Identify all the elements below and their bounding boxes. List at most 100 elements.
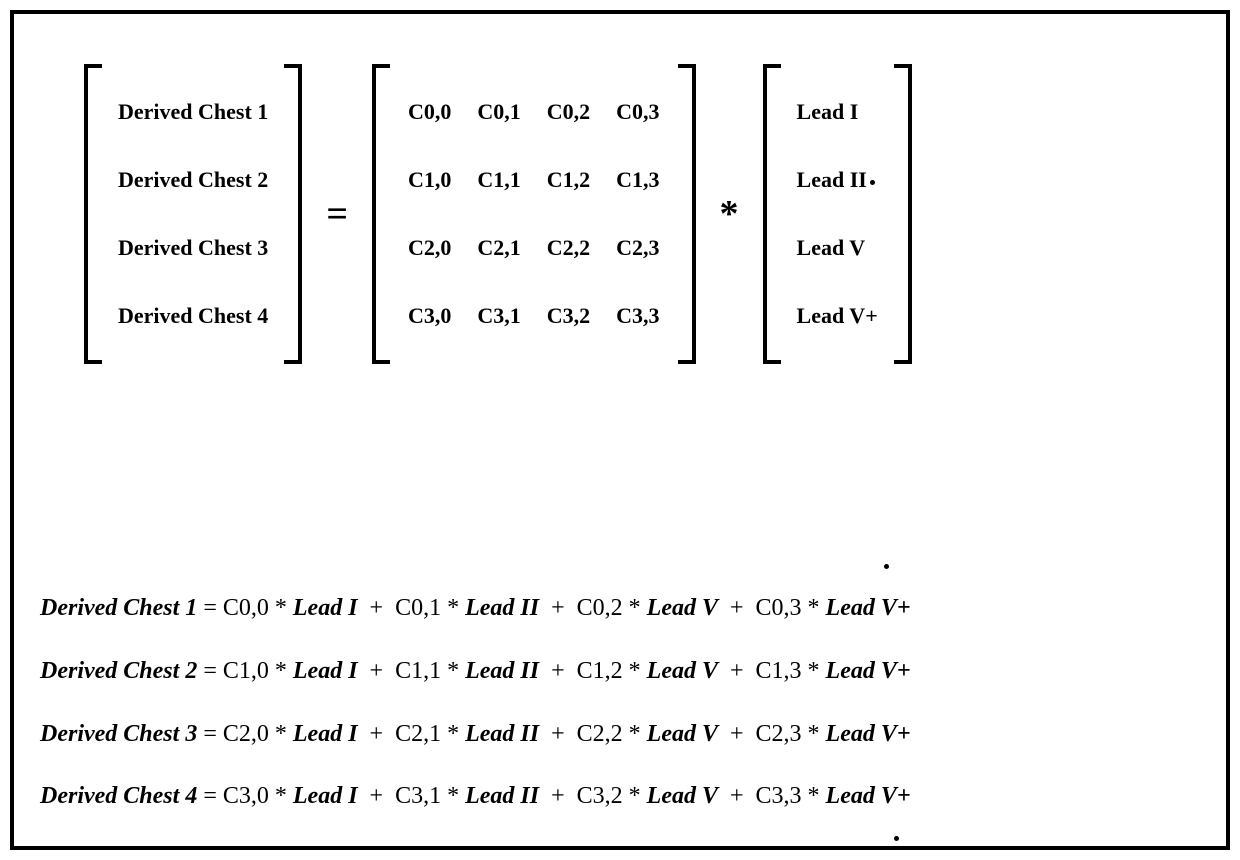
- coeff-cell: C2,3: [616, 235, 659, 261]
- times-symbol: *: [808, 595, 826, 621]
- eq-coeff: C2,0: [223, 721, 269, 747]
- coeff-cell: C2,0: [408, 235, 451, 261]
- eq-lead: Lead II: [465, 595, 539, 621]
- times-symbol: *: [275, 783, 293, 809]
- bracket-right-icon: [894, 64, 912, 364]
- result-entry: Derived Chest 3: [118, 237, 268, 259]
- eq-lhs: Derived Chest 2: [40, 658, 197, 684]
- dot-icon: [894, 836, 899, 841]
- times-symbol: *: [275, 595, 293, 621]
- eq-lead: Lead V: [647, 783, 718, 809]
- equation-row: Derived Chest 4 = C3,0 * Lead I + C3,1 *…: [40, 782, 1200, 811]
- plus-symbol: +: [545, 595, 577, 621]
- eq-lead: Lead V+: [826, 595, 911, 621]
- eq-lead: Lead V+: [826, 783, 911, 809]
- result-entry: Derived Chest 1: [118, 101, 268, 123]
- eq-coeff: C1,1: [395, 658, 441, 684]
- eq-coeff: C2,2: [577, 721, 623, 747]
- eq-lhs: Derived Chest 3: [40, 721, 197, 747]
- times-symbol: *: [808, 721, 826, 747]
- plus-symbol: +: [545, 783, 577, 809]
- times-symbol: *: [808, 658, 826, 684]
- coeff-cell: C0,3: [616, 99, 659, 125]
- equals-symbol: =: [203, 721, 223, 747]
- equation-row: Derived Chest 2 = C1,0 * Lead I + C1,1 *…: [40, 657, 1200, 686]
- times-symbol: *: [808, 783, 826, 809]
- eq-lead: Lead II: [465, 783, 539, 809]
- eq-coeff: C3,3: [756, 783, 802, 809]
- lead-entry: Lead II: [797, 169, 878, 191]
- coeff-cell: C1,0: [408, 167, 451, 193]
- times-symbol: *: [447, 783, 465, 809]
- lead-entry: Lead I: [797, 101, 878, 123]
- coeff-cell: C2,2: [547, 235, 590, 261]
- eq-lead: Lead V: [647, 595, 718, 621]
- bracket-left-icon: [763, 64, 781, 364]
- eq-coeff: C0,1: [395, 595, 441, 621]
- coeff-cell: C0,2: [547, 99, 590, 125]
- eq-coeff: C3,1: [395, 783, 441, 809]
- coeff-cell: C3,0: [408, 303, 451, 329]
- coeff-cell: C3,3: [616, 303, 659, 329]
- eq-coeff: C1,2: [577, 658, 623, 684]
- plus-symbol: +: [545, 658, 577, 684]
- figure-frame: Derived Chest 1 Derived Chest 2 Derived …: [10, 10, 1230, 850]
- eq-coeff: C3,2: [577, 783, 623, 809]
- equation-row: Derived Chest 3 = C2,0 * Lead I + C2,1 *…: [40, 720, 1200, 749]
- plus-symbol: +: [724, 658, 756, 684]
- coeff-cell: C3,1: [477, 303, 520, 329]
- lead-entry: Lead V+: [797, 305, 878, 327]
- eq-coeff: C2,3: [756, 721, 802, 747]
- plus-symbol: +: [545, 721, 577, 747]
- plus-symbol: +: [724, 783, 756, 809]
- plus-symbol: +: [724, 595, 756, 621]
- eq-lead: Lead V: [647, 721, 718, 747]
- times-symbol: *: [275, 658, 293, 684]
- eq-lead: Lead I: [293, 595, 358, 621]
- plus-symbol: +: [364, 783, 396, 809]
- plus-symbol: +: [364, 721, 396, 747]
- times-symbol: *: [629, 721, 647, 747]
- eq-coeff: C1,0: [223, 658, 269, 684]
- result-vector-entries: Derived Chest 1 Derived Chest 2 Derived …: [102, 64, 284, 364]
- lead-vector: Lead I Lead II Lead V Lead V+: [763, 64, 912, 364]
- dot-icon: [884, 564, 889, 569]
- plus-symbol: +: [364, 595, 396, 621]
- dot-icon: [870, 180, 875, 185]
- matrix-equation: Derived Chest 1 Derived Chest 2 Derived …: [84, 54, 1186, 374]
- eq-lead: Lead V: [647, 658, 718, 684]
- coeff-cell: C0,0: [408, 99, 451, 125]
- lead-vector-entries: Lead I Lead II Lead V Lead V+: [781, 64, 894, 364]
- bracket-left-icon: [372, 64, 390, 364]
- plus-symbol: +: [364, 658, 396, 684]
- times-symbol: *: [629, 595, 647, 621]
- eq-lead: Lead I: [293, 721, 358, 747]
- eq-lead: Lead V+: [826, 721, 911, 747]
- eq-lead: Lead I: [293, 658, 358, 684]
- times-symbol: *: [696, 195, 763, 233]
- bracket-right-icon: [678, 64, 696, 364]
- eq-coeff: C2,1: [395, 721, 441, 747]
- eq-lead: Lead I: [293, 783, 358, 809]
- result-entry: Derived Chest 4: [118, 305, 268, 327]
- times-symbol: *: [275, 721, 293, 747]
- times-symbol: *: [447, 658, 465, 684]
- coeff-cell: C0,1: [477, 99, 520, 125]
- eq-coeff: C0,3: [756, 595, 802, 621]
- eq-lead: Lead II: [465, 721, 539, 747]
- equals-symbol: =: [203, 595, 223, 621]
- equals-symbol: =: [203, 658, 223, 684]
- equals-symbol: =: [203, 783, 223, 809]
- eq-coeff: C0,0: [223, 595, 269, 621]
- coeff-cell: C1,3: [616, 167, 659, 193]
- coeff-cell: C1,2: [547, 167, 590, 193]
- times-symbol: *: [447, 721, 465, 747]
- coefficient-matrix: C0,0 C0,1 C0,2 C0,3 C1,0 C1,1 C1,2 C1,3 …: [372, 64, 696, 364]
- plus-symbol: +: [724, 721, 756, 747]
- eq-lhs: Derived Chest 4: [40, 783, 197, 809]
- eq-coeff: C3,0: [223, 783, 269, 809]
- bracket-right-icon: [284, 64, 302, 364]
- times-symbol: *: [629, 783, 647, 809]
- coeff-cell: C1,1: [477, 167, 520, 193]
- times-symbol: *: [447, 595, 465, 621]
